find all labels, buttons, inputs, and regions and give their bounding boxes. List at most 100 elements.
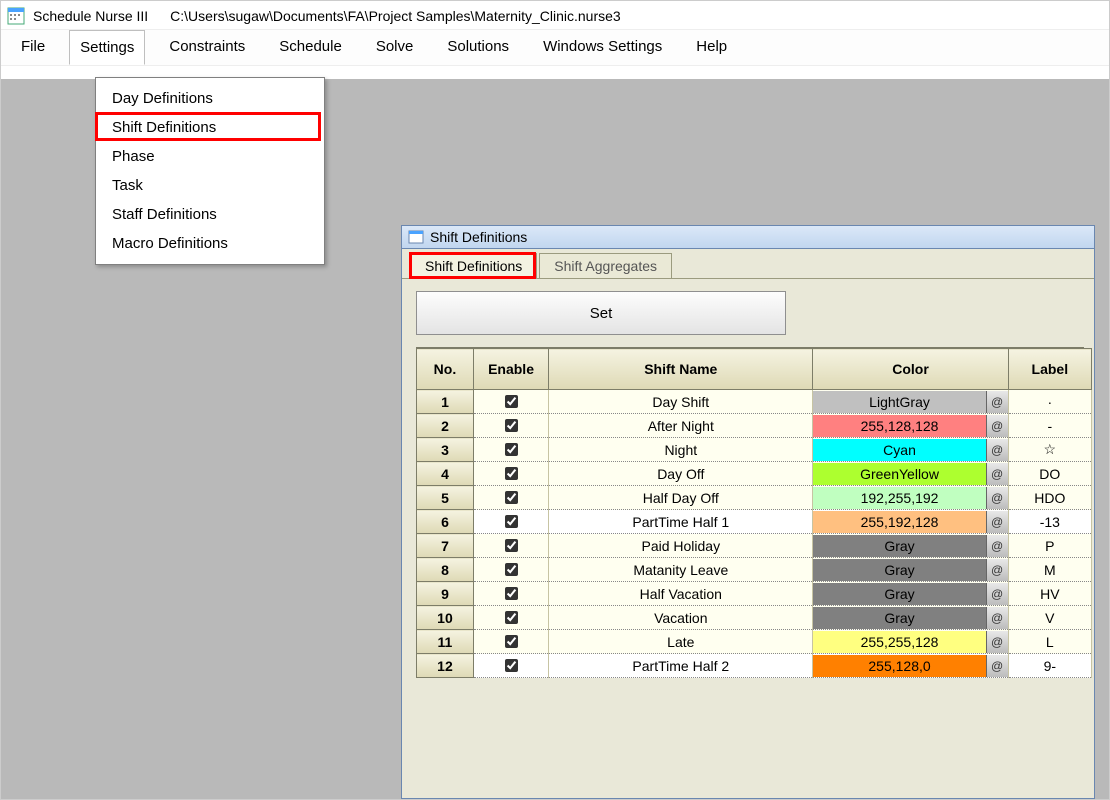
set-button[interactable]: Set [416,291,786,335]
shift-name-cell[interactable]: Matanity Leave [549,558,813,582]
color-picker-button[interactable]: @ [986,655,1008,677]
color-picker-button[interactable]: @ [986,391,1008,413]
label-cell[interactable]: L [1008,630,1091,654]
tab-shift-definitions[interactable]: Shift Definitions [410,253,537,278]
menu-item-constraints[interactable]: Constraints [159,30,255,65]
shift-definitions-panel: Shift Definitions Shift DefinitionsShift… [401,225,1095,799]
enable-checkbox[interactable] [505,395,518,408]
label-cell[interactable]: ☆ [1008,438,1091,462]
row-number[interactable]: 6 [417,510,474,534]
row-number[interactable]: 9 [417,582,474,606]
table-row: 12PartTime Half 2255,128,0@9- [417,654,1092,678]
dropdown-item-task[interactable]: Task [96,171,324,200]
color-label: 255,192,128 [813,511,985,533]
menu-item-help[interactable]: Help [686,30,737,65]
label-cell[interactable]: · [1008,390,1091,414]
table-row: 7Paid HolidayGray@P [417,534,1092,558]
enable-checkbox[interactable] [505,515,518,528]
menu-item-schedule[interactable]: Schedule [269,30,352,65]
enable-checkbox[interactable] [505,491,518,504]
enable-cell [473,606,548,630]
enable-checkbox[interactable] [505,443,518,456]
shift-name-cell[interactable]: After Night [549,414,813,438]
enable-checkbox[interactable] [505,419,518,432]
enable-cell [473,630,548,654]
col-shift-name[interactable]: Shift Name [549,349,813,390]
color-picker-button[interactable]: @ [986,415,1008,437]
dropdown-item-staff-definitions[interactable]: Staff Definitions [96,200,324,229]
color-cell: LightGray@ [813,390,1008,414]
label-cell[interactable]: HV [1008,582,1091,606]
dropdown-item-macro-definitions[interactable]: Macro Definitions [96,229,324,258]
dropdown-item-phase[interactable]: Phase [96,142,324,171]
menu-item-windows-settings[interactable]: Windows Settings [533,30,672,65]
dropdown-item-shift-definitions[interactable]: Shift Definitions [96,113,324,142]
row-number[interactable]: 2 [417,414,474,438]
enable-checkbox[interactable] [505,587,518,600]
color-cell: Gray@ [813,558,1008,582]
menu-item-solutions[interactable]: Solutions [437,30,519,65]
shift-name-cell[interactable]: Half Vacation [549,582,813,606]
row-number[interactable]: 5 [417,486,474,510]
shift-name-cell[interactable]: Half Day Off [549,486,813,510]
enable-checkbox[interactable] [505,563,518,576]
table-row: 5Half Day Off192,255,192@HDO [417,486,1092,510]
shift-name-cell[interactable]: Late [549,630,813,654]
table-row: 10VacationGray@V [417,606,1092,630]
color-picker-button[interactable]: @ [986,535,1008,557]
label-cell[interactable]: DO [1008,462,1091,486]
label-cell[interactable]: P [1008,534,1091,558]
enable-checkbox[interactable] [505,635,518,648]
panel-titlebar[interactable]: Shift Definitions [402,226,1094,249]
color-cell: Cyan@ [813,438,1008,462]
dropdown-item-day-definitions[interactable]: Day Definitions [96,84,324,113]
color-picker-button[interactable]: @ [986,463,1008,485]
row-number[interactable]: 10 [417,606,474,630]
shift-name-cell[interactable]: Paid Holiday [549,534,813,558]
row-number[interactable]: 4 [417,462,474,486]
color-picker-button[interactable]: @ [986,559,1008,581]
color-picker-button[interactable]: @ [986,631,1008,653]
enable-checkbox[interactable] [505,659,518,672]
label-cell[interactable]: - [1008,414,1091,438]
menu-item-settings[interactable]: Settings [69,30,145,65]
label-cell[interactable]: M [1008,558,1091,582]
tab-shift-aggregates[interactable]: Shift Aggregates [539,253,672,278]
color-picker-button[interactable]: @ [986,511,1008,533]
enable-checkbox[interactable] [505,611,518,624]
label-cell[interactable]: 9- [1008,654,1091,678]
col-label[interactable]: Label [1008,349,1091,390]
color-label: 255,128,128 [813,415,985,437]
color-label: LightGray [813,391,985,413]
color-label: Gray [813,583,985,605]
table-row: 3 NightCyan@☆ [417,438,1092,462]
shift-name-cell[interactable]: PartTime Half 2 [549,654,813,678]
col-enable[interactable]: Enable [473,349,548,390]
color-picker-button[interactable]: @ [986,439,1008,461]
row-number[interactable]: 3 [417,438,474,462]
col-no[interactable]: No. [417,349,474,390]
col-color[interactable]: Color [813,349,1008,390]
shift-grid: No.EnableShift NameColorLabel 1Day Shift… [416,347,1084,678]
enable-checkbox[interactable] [505,539,518,552]
row-number[interactable]: 8 [417,558,474,582]
shift-name-cell[interactable]: Night [549,438,813,462]
color-picker-button[interactable]: @ [986,583,1008,605]
row-number[interactable]: 7 [417,534,474,558]
menu-item-file[interactable]: File [11,30,55,65]
shift-name-cell[interactable]: Vacation [549,606,813,630]
label-cell[interactable]: HDO [1008,486,1091,510]
row-number[interactable]: 11 [417,630,474,654]
color-picker-button[interactable]: @ [986,607,1008,629]
row-number[interactable]: 1 [417,390,474,414]
row-number[interactable]: 12 [417,654,474,678]
shift-name-cell[interactable]: Day Off [549,462,813,486]
shift-name-cell[interactable]: Day Shift [549,390,813,414]
color-picker-button[interactable]: @ [986,487,1008,509]
shift-name-cell[interactable]: PartTime Half 1 [549,510,813,534]
label-cell[interactable]: -13 [1008,510,1091,534]
enable-checkbox[interactable] [505,467,518,480]
color-label: GreenYellow [813,463,985,485]
menu-item-solve[interactable]: Solve [366,30,424,65]
label-cell[interactable]: V [1008,606,1091,630]
